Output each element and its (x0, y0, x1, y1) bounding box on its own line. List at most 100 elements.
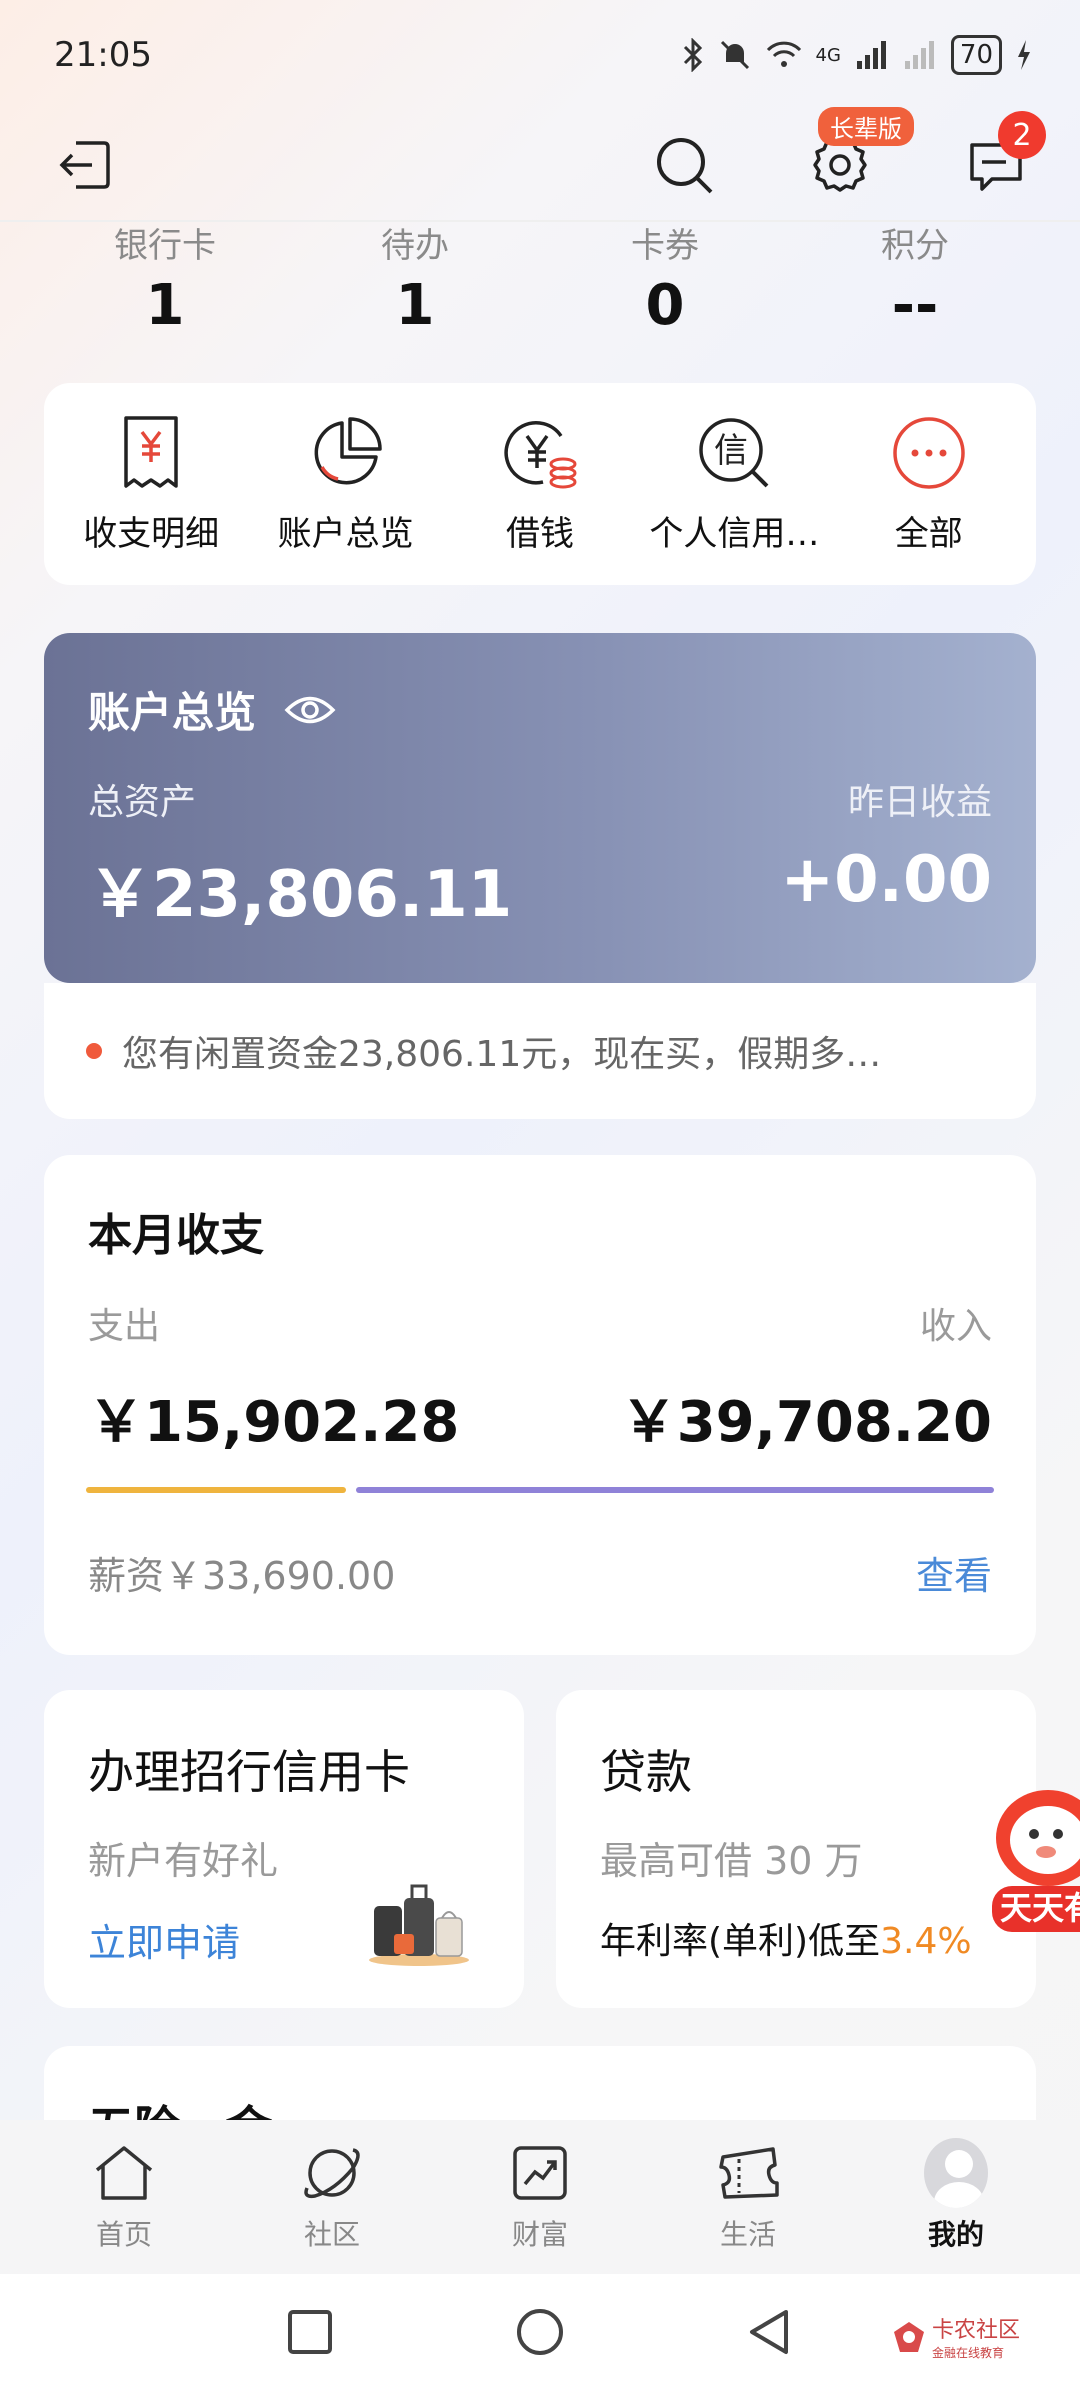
watermark-logo-icon (893, 2321, 924, 2352)
stat-value: 1 (395, 273, 435, 338)
stat-label: 积分 (881, 226, 949, 266)
signal-icon (856, 41, 886, 69)
tab-life[interactable]: 生活 (668, 2141, 828, 2253)
credit-card-promo[interactable]: 办理招行信用卡 新户有好礼 立即申请 (44, 1690, 524, 2008)
logout-icon (59, 141, 110, 189)
quick-action-label: 账户总览 (277, 513, 414, 554)
pie-chart-icon (314, 416, 382, 484)
income-bar (356, 1487, 994, 1493)
salary-text: 薪资￥33,690.00 (88, 1554, 396, 1598)
stat-label: 待办 (381, 226, 449, 266)
more-dots-icon (893, 416, 965, 489)
tab-home[interactable]: 首页 (44, 2141, 204, 2253)
quick-action-borrow[interactable]: 借钱 (445, 414, 635, 555)
exit-button[interactable] (52, 133, 116, 197)
stat-points[interactable]: 积分 -- (815, 218, 1015, 348)
quick-action-label: 全部 (894, 513, 963, 554)
status-time: 21:05 (54, 35, 152, 75)
back-triangle-icon[interactable] (744, 2306, 796, 2358)
wealth-chart-icon (513, 2146, 567, 2200)
bottom-tab-bar: 首页 社区 财富 生活 我的 (0, 2120, 1080, 2274)
bluetooth-icon (683, 38, 702, 72)
idle-funds-notice[interactable]: 您有闲置资金23,806.11元，现在买，假期多… (44, 983, 1036, 1119)
loan-promo[interactable]: 贷款 最高可借 30 万 年利率(单利)低至3.4% (556, 1690, 1036, 2008)
apply-now-link[interactable]: 立即申请 (88, 1912, 240, 1967)
mascot-icon: 天天有 (992, 1790, 1080, 1932)
tab-label: 我的 (927, 2218, 984, 2251)
quick-action-credit-report[interactable]: 信 个人信用… (639, 414, 829, 555)
tab-label: 财富 (511, 2218, 568, 2251)
income-value: ￥39,708.20 (620, 1390, 992, 1455)
luggage-illustration (369, 1884, 469, 1966)
recents-icon[interactable] (284, 2306, 336, 2358)
avatar-icon (924, 2138, 988, 2208)
network-label: 4G (815, 44, 841, 66)
quick-action-overview[interactable]: 账户总览 (251, 414, 441, 555)
view-details-link[interactable]: 查看 (916, 1545, 992, 1600)
svg-text:天天有: 天天有 (1000, 1889, 1080, 1927)
battery-indicator: 70 (950, 35, 1002, 75)
status-bar: 21:05 4G 70 (0, 0, 1080, 110)
quick-action-transactions[interactable]: 收支明细 (56, 414, 246, 555)
search-button[interactable] (652, 133, 716, 197)
tab-wealth[interactable]: 财富 (460, 2141, 620, 2253)
stat-bank-cards[interactable]: 银行卡 1 (65, 218, 265, 348)
quick-action-label: 收支明细 (83, 513, 220, 554)
planet-icon (304, 2148, 360, 2199)
settings-button[interactable]: 长辈版 (808, 107, 914, 197)
loan-rate-prefix: 年利率(单利)低至 (600, 1921, 881, 1962)
stat-value: 0 (645, 273, 685, 338)
status-icons: 4G 70 (682, 35, 1033, 75)
eye-icon[interactable] (284, 693, 336, 727)
senior-mode-badge[interactable]: 长辈版 (818, 107, 914, 146)
home-circle-icon[interactable] (514, 2306, 566, 2358)
mute-bell-icon (720, 40, 749, 70)
stat-todo[interactable]: 待办 1 (315, 218, 515, 348)
promo-title: 办理招行信用卡 (88, 1745, 410, 1799)
total-assets-label: 总资产 (88, 782, 197, 823)
promo-title: 贷款 (600, 1745, 692, 1799)
monthly-income-expense-card: 本月收支 支出 收入 ￥15,902.28 ￥39,708.20 薪资￥33,6… (44, 1155, 1036, 1655)
watermark-text: 卡农社区 (931, 2318, 1020, 2343)
wifi-icon (766, 41, 801, 67)
top-nav: 长辈版 2 (0, 107, 1080, 220)
notice-dot (86, 1043, 102, 1059)
asset-overview-card[interactable]: 账户总览 总资产 昨日收益 ￥23,806.11 +0.00 (44, 633, 1036, 983)
expense-value: ￥15,902.28 (88, 1390, 460, 1455)
quick-action-all[interactable]: 全部 (834, 414, 1024, 555)
tab-mine[interactable]: 我的 (876, 2138, 1036, 2253)
quick-actions-card: 收支明细 账户总览 借钱 信 个人信用… 全部 (44, 383, 1036, 585)
tab-label: 社区 (303, 2218, 360, 2251)
promo-subtitle: 最高可借 30 万 (600, 1839, 863, 1883)
watermark: 卡农社区 金融在线教育 (892, 2312, 1020, 2361)
stat-coupons[interactable]: 卡券 0 (565, 218, 765, 348)
asset-overview-title-text: 账户总览 (88, 688, 257, 737)
floating-mascot-widget[interactable]: 天天有 (988, 1768, 1080, 1948)
yesterday-earnings-value: +0.00 (780, 843, 992, 917)
income-expense-ratio-bar (86, 1487, 994, 1493)
loan-rate-value: 3.4% (880, 1921, 972, 1962)
asset-overview-title: 账户总览 (88, 679, 336, 740)
message-count-badge: 2 (998, 111, 1046, 159)
notice-text: 您有闲置资金23,806.11元，现在买，假期多… (122, 1034, 882, 1075)
tab-label: 首页 (95, 2218, 152, 2251)
stat-value: -- (891, 273, 939, 338)
messages-button[interactable]: 2 (964, 111, 1046, 197)
promo-subtitle: 新户有好礼 (88, 1839, 279, 1883)
stat-label: 卡券 (631, 226, 699, 266)
home-icon (95, 2146, 153, 2200)
stats-row: 银行卡 1 待办 1 卡券 0 积分 -- (0, 218, 1080, 348)
search-icon (657, 138, 713, 194)
yen-coin-icon (504, 420, 577, 488)
expense-label: 支出 (88, 1306, 161, 1347)
receipt-yen-icon (124, 415, 178, 488)
watermark-sub: 金融在线教育 (931, 2346, 1004, 2360)
monthly-title: 本月收支 (88, 1210, 264, 1261)
expense-bar (86, 1487, 346, 1493)
tab-community[interactable]: 社区 (252, 2141, 412, 2253)
income-label: 收入 (919, 1306, 992, 1347)
ticket-icon (719, 2147, 779, 2199)
stat-value: 1 (145, 273, 185, 338)
quick-action-label: 借钱 (505, 513, 574, 554)
loan-rate: 年利率(单利)低至3.4% (600, 1912, 972, 1964)
